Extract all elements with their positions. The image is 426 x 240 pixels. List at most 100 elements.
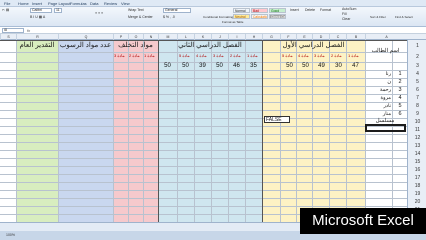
- max-mark[interactable]: 39: [195, 63, 210, 69]
- row-number[interactable]: 8: [408, 103, 426, 109]
- term2-header: الفصل الدراسي الثاني: [178, 42, 242, 49]
- overall-grade-band: [16, 40, 58, 222]
- student-name[interactable]: منار: [366, 111, 391, 117]
- max-mark[interactable]: 50: [298, 63, 313, 69]
- row-number[interactable]: 20: [408, 199, 426, 205]
- worksheet-grid[interactable]: الفصل الدراسي الأول الفصل الدراسي الثاني…: [0, 40, 426, 222]
- max-mark[interactable]: 35: [246, 63, 261, 69]
- paste-button[interactable]: ✂ ▤: [2, 8, 9, 13]
- failing-subjects-band: [113, 40, 158, 222]
- row-number[interactable]: 17: [408, 175, 426, 181]
- row-number[interactable]: 9: [408, 111, 426, 117]
- term1-subject-1: مادة 1: [348, 53, 359, 58]
- find-select-button[interactable]: Find & Select: [395, 15, 413, 20]
- student-name[interactable]: ن: [366, 79, 391, 85]
- max-mark[interactable]: 30: [331, 63, 346, 69]
- row-number[interactable]: 3: [408, 63, 426, 69]
- tab-view[interactable]: View: [121, 1, 130, 6]
- row-number[interactable]: 5: [408, 79, 426, 85]
- tab-review[interactable]: Review: [104, 1, 117, 6]
- max-mark[interactable]: 50: [212, 63, 227, 69]
- row-number[interactable]: 12: [408, 135, 426, 141]
- max-mark[interactable]: 50: [160, 63, 175, 69]
- tab-home[interactable]: Home: [18, 1, 29, 6]
- style-normal[interactable]: Normal: [233, 8, 250, 13]
- tab-page-layout[interactable]: Page Layout: [48, 1, 70, 6]
- tab-data[interactable]: Data: [90, 1, 98, 6]
- tab-file[interactable]: File: [4, 1, 10, 6]
- row-number[interactable]: 14: [408, 151, 426, 157]
- bold-italic-underline[interactable]: B I U ▦ A: [30, 15, 45, 20]
- student-name[interactable]: رحمة: [366, 87, 391, 93]
- font-name-select[interactable]: Calibri: [30, 8, 52, 13]
- false-value-cell[interactable]: FALSE: [264, 116, 290, 123]
- selected-cell[interactable]: [365, 124, 406, 132]
- term2-subject-1: مادة 1: [247, 53, 258, 58]
- ribbon-tab-bar: File Home Insert Page Layout Formulas Da…: [0, 0, 426, 7]
- row-number[interactable]: 2: [408, 54, 426, 60]
- wrap-text-button[interactable]: Wrap Text: [128, 8, 144, 13]
- format-as-table-button[interactable]: Format as Table: [222, 20, 243, 25]
- max-mark[interactable]: 46: [229, 63, 244, 69]
- tab-formulas[interactable]: Formulas: [70, 1, 87, 6]
- watermark-banner: Microsoft Excel: [300, 208, 426, 234]
- format-button[interactable]: Format: [320, 8, 331, 13]
- row-number[interactable]: 1: [408, 43, 426, 49]
- row-header-column: 1 2 3 4 5 6 7 8 9 10 11 12 13 14 15 16 1…: [407, 40, 426, 222]
- style-bad[interactable]: Bad: [251, 8, 268, 13]
- align-buttons[interactable]: ≡ ≡ ≡: [95, 11, 103, 16]
- failing-subject-3: مادة 3: [114, 53, 125, 58]
- max-mark[interactable]: 50: [178, 63, 193, 69]
- max-mark[interactable]: 49: [314, 63, 329, 69]
- failing-subjects-header: مواد التخلف: [118, 42, 153, 49]
- student-index[interactable]: 3: [393, 87, 407, 93]
- row-number[interactable]: 18: [408, 183, 426, 189]
- student-index[interactable]: 4: [393, 95, 407, 101]
- font-size-select[interactable]: 11: [54, 8, 62, 13]
- tab-insert[interactable]: Insert: [32, 1, 42, 6]
- row-number[interactable]: 4: [408, 71, 426, 77]
- style-check-cell[interactable]: Check Cell: [269, 14, 286, 19]
- student-index[interactable]: 6: [393, 111, 407, 117]
- zoom-level[interactable]: 100%: [6, 233, 15, 237]
- row-number[interactable]: 19: [408, 191, 426, 197]
- row-number[interactable]: 6: [408, 87, 426, 93]
- fail-count-band: [58, 40, 113, 222]
- row-number[interactable]: 13: [408, 143, 426, 149]
- sort-filter-button[interactable]: Sort & Filter: [370, 15, 386, 20]
- term2-subject-4: مادة 4: [196, 53, 207, 58]
- student-name[interactable]: مروة: [366, 95, 391, 101]
- fail-count-header: عدد مواد الرسوب: [59, 42, 112, 49]
- formula-bar: I8 fx: [0, 27, 426, 34]
- delete-button[interactable]: Delete: [305, 8, 315, 13]
- term1-subject-5: مادة 5: [282, 53, 293, 58]
- insert-button[interactable]: Insert: [290, 8, 299, 13]
- name-box[interactable]: I8: [2, 28, 24, 33]
- term1-subject-3: مادة 3: [314, 53, 325, 58]
- number-format-select[interactable]: General: [163, 8, 191, 13]
- row-number[interactable]: 16: [408, 167, 426, 173]
- row-number[interactable]: 11: [408, 127, 426, 133]
- fx-icon[interactable]: fx: [27, 28, 30, 33]
- row-number[interactable]: 7: [408, 95, 426, 101]
- student-name[interactable]: نادر: [366, 103, 391, 109]
- failing-subject-1: مادة 1: [144, 53, 155, 58]
- number-format-buttons[interactable]: $ % , .0: [163, 15, 175, 20]
- student-index[interactable]: 1: [393, 71, 407, 77]
- merge-center-button[interactable]: Merge & Center: [128, 15, 153, 20]
- student-index[interactable]: 5: [393, 103, 407, 109]
- failing-subject-2: مادة 2: [129, 53, 140, 58]
- term2-subject-3: مادة 3: [213, 53, 224, 58]
- clear-button[interactable]: Clear: [342, 17, 350, 22]
- term2-subject-5: مادة 5: [179, 53, 190, 58]
- student-name[interactable]: رنا: [366, 71, 391, 77]
- row-number[interactable]: 15: [408, 159, 426, 165]
- row-number[interactable]: 10: [408, 119, 426, 125]
- style-neutral[interactable]: Neutral: [233, 14, 250, 19]
- max-mark[interactable]: 50: [282, 63, 297, 69]
- style-good[interactable]: Good: [269, 8, 286, 13]
- student-index[interactable]: 2: [393, 79, 407, 85]
- term2-subject-2: مادة 2: [230, 53, 241, 58]
- style-calculation[interactable]: Calculation: [251, 14, 268, 19]
- max-mark[interactable]: 47: [348, 63, 363, 69]
